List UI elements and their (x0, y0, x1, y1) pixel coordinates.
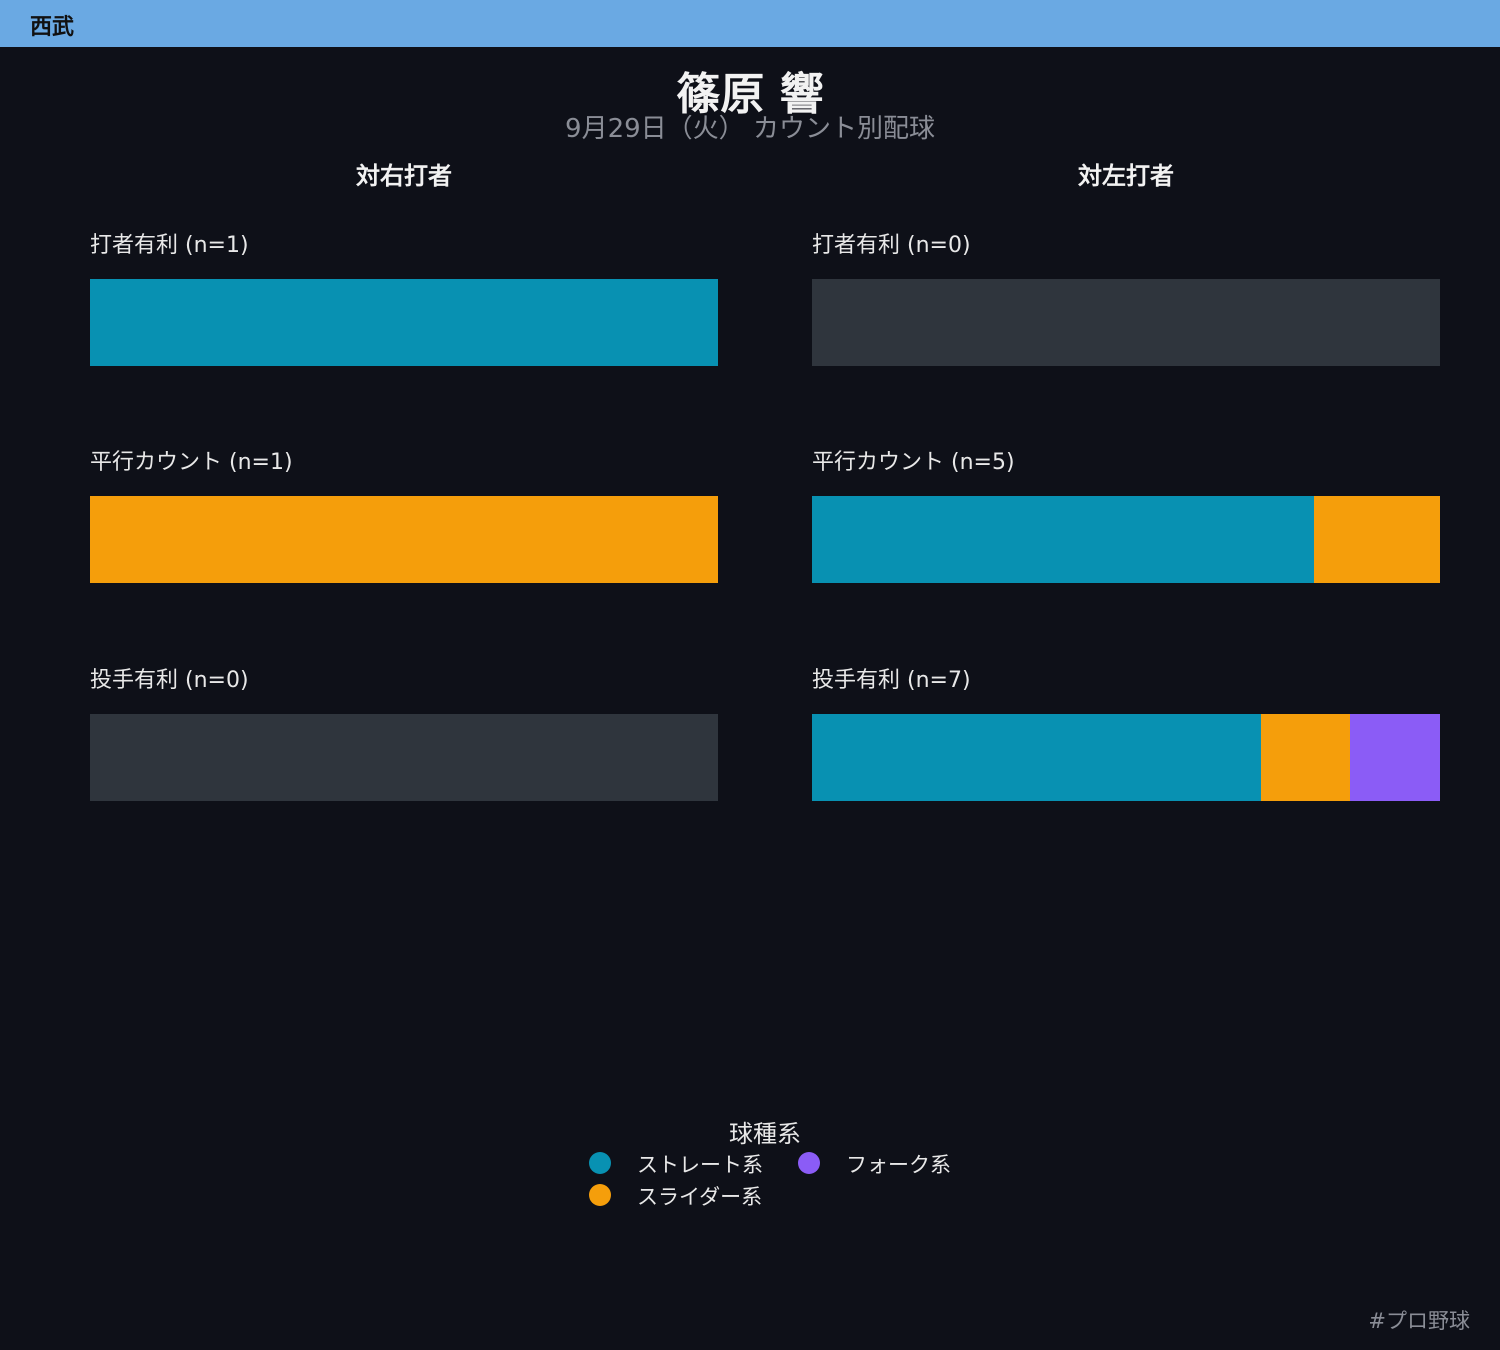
legend-label-fork: フォーク系 (846, 1153, 951, 1177)
legend-label-slider: スライダー系 (637, 1185, 763, 1209)
bar-segment-slider (1314, 496, 1440, 583)
chart-subtitle: 9月29日（火） カウント別配球 (565, 114, 935, 144)
legend-swatch-fork (798, 1152, 820, 1174)
legend-label-straight: ストレート系 (637, 1153, 763, 1177)
bar-track (812, 279, 1440, 366)
bar-segment-straight (812, 496, 1315, 583)
team-name: 西武 (30, 15, 75, 40)
group-label: 平行カウント (n=5) (812, 450, 1015, 475)
bar-segment-slider (1260, 714, 1351, 801)
bar-track (90, 714, 718, 801)
bar-track (90, 279, 718, 366)
bar-segment-straight (812, 714, 1261, 801)
legend-title: 球種系 (729, 1120, 801, 1148)
legend-swatch-straight (589, 1152, 611, 1174)
hashtag: #プロ野球 (1368, 1309, 1470, 1333)
panel-title-right-batter: 対右打者 (356, 162, 452, 190)
bar-segment-fork (1350, 714, 1440, 801)
bar-segment-straight (90, 279, 718, 366)
group-label: 打者有利 (n=1) (90, 233, 249, 258)
legend-swatch-slider (589, 1184, 611, 1206)
group-label: 平行カウント (n=1) (90, 450, 293, 475)
bar-track (812, 496, 1440, 583)
group-label: 打者有利 (n=0) (812, 233, 971, 258)
group-label: 投手有利 (n=0) (90, 668, 249, 693)
group-label: 投手有利 (n=7) (812, 668, 971, 693)
team-header-bar: 西武 (0, 0, 1500, 47)
bar-track (90, 496, 718, 583)
panel-title-left-batter: 対左打者 (1078, 162, 1174, 190)
bar-segment-slider (90, 496, 718, 583)
bar-track (812, 714, 1440, 801)
